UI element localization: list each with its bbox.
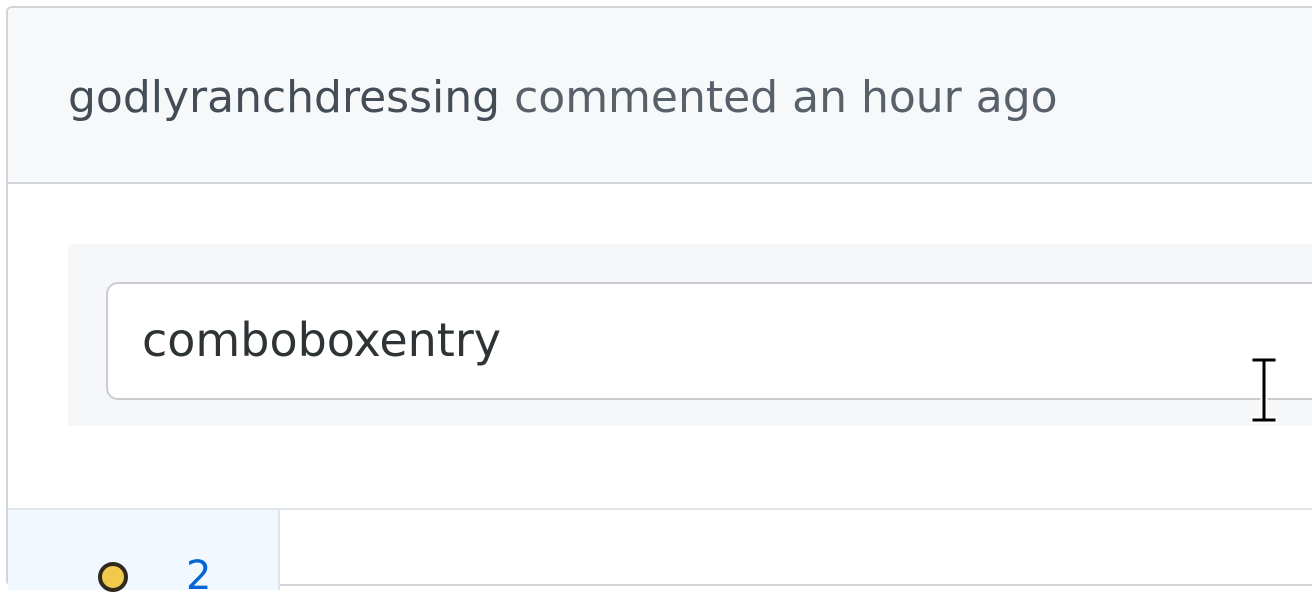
- comment-timestamp[interactable]: an hour ago: [792, 72, 1057, 123]
- comment-header-text: godlyranchdressing commented an hour ago: [68, 70, 1058, 126]
- reactions-bar[interactable]: 2: [8, 510, 280, 596]
- comment-body: comboboxentry: [8, 184, 1312, 510]
- text-cursor-icon: [1250, 356, 1278, 424]
- comment-card: godlyranchdressing commented an hour ago…: [6, 6, 1312, 596]
- widget-preview: comboboxentry: [68, 244, 1312, 426]
- combobox-entry-text: comboboxentry: [142, 313, 501, 367]
- reaction-count: 2: [186, 553, 212, 599]
- comment-header: godlyranchdressing commented an hour ago: [8, 8, 1312, 184]
- comment-action: commented: [514, 72, 779, 123]
- emoji-icon: [98, 562, 128, 592]
- combobox-entry-field[interactable]: comboboxentry: [106, 282, 1312, 400]
- comment-author-link[interactable]: godlyranchdressing: [68, 72, 500, 123]
